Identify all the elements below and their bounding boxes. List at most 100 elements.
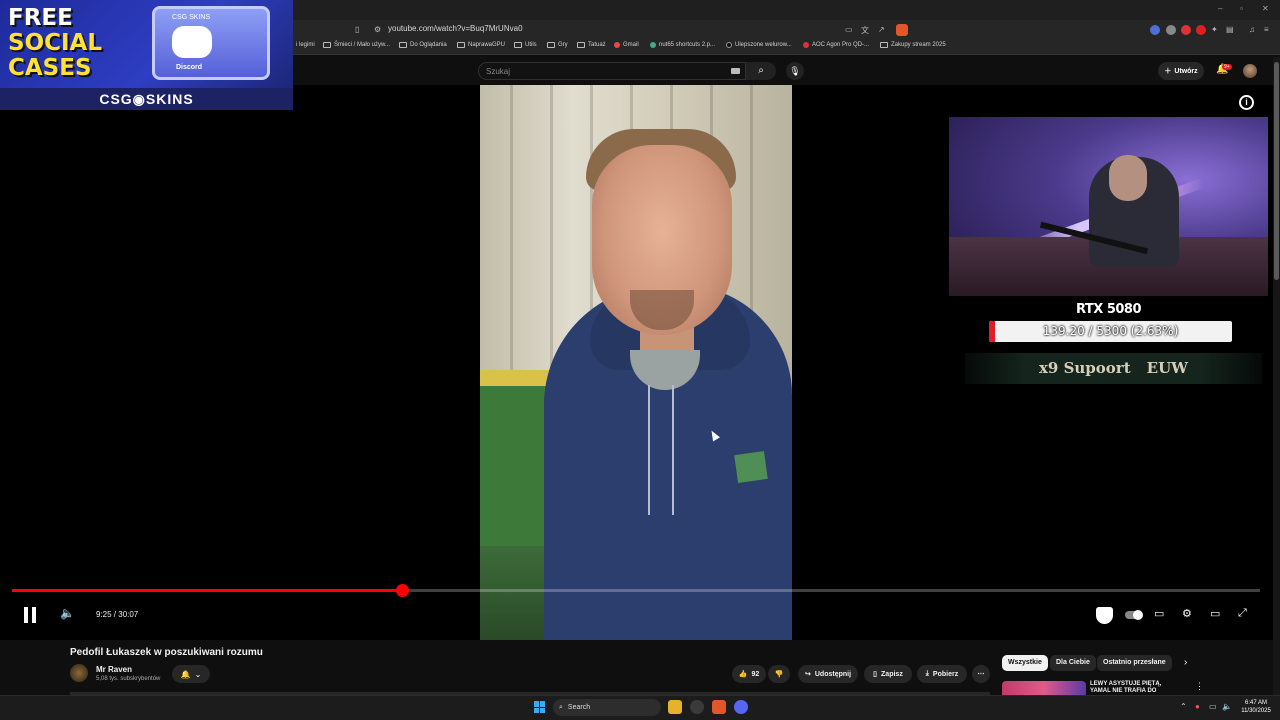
windows-start-icon[interactable] (534, 701, 546, 713)
network-icon[interactable]: ▭ (1209, 702, 1217, 711)
scrollbar-thumb[interactable] (1274, 62, 1279, 280)
bookmark-star-icon[interactable]: ▯ (355, 25, 359, 34)
gmail-icon (614, 42, 620, 48)
thumbs-up-icon: 👍 (738, 671, 748, 678)
extensions-puzzle-icon[interactable]: ✦ (1211, 25, 1218, 34)
subscription-bell-button[interactable]: 🔔 ⌄ (172, 665, 210, 683)
fullscreen-icon[interactable]: ⤢ (1238, 607, 1247, 620)
file-explorer-icon[interactable] (668, 700, 682, 714)
autoplay-toggle-knob (1133, 610, 1143, 620)
info-icon[interactable]: i (1239, 95, 1254, 110)
subtitles-icon[interactable]: ▭ (1154, 607, 1164, 620)
save-button[interactable]: ▯ Zapisz (864, 665, 912, 683)
site-info-icon[interactable]: ⚙ (374, 25, 381, 34)
voice-search-button[interactable]: 🎙 (786, 62, 804, 80)
sidebar-icon[interactable]: ▤ (1226, 25, 1234, 34)
channel-avatar[interactable] (70, 664, 88, 682)
mic-tray-icon[interactable]: ● (1195, 702, 1200, 711)
more-actions-button[interactable]: ⋯ (972, 665, 990, 683)
case-label: Discord (176, 64, 203, 71)
bookmark-item[interactable]: nut65 shortcuts 2.p... (650, 42, 715, 48)
search-button[interactable]: ⌕ (746, 62, 776, 80)
bookmark-folder[interactable]: Do Oglądania (399, 42, 447, 48)
sponsorblock-shield-icon[interactable] (1096, 607, 1113, 624)
maximize-icon[interactable]: ▫ (1240, 4, 1243, 13)
bell-icon: 🔔 (180, 669, 191, 679)
folder-icon (399, 42, 407, 48)
bookmark-item[interactable]: Ulepszone welurow... (726, 42, 792, 48)
extension-icon[interactable] (1166, 25, 1176, 35)
tray-chevron-icon[interactable]: ⌃ (1180, 702, 1187, 711)
url-field[interactable]: youtube.com/watch?v=Buq7MrUNva0 (388, 24, 523, 33)
folder-icon (514, 42, 522, 48)
extension-icon[interactable] (1196, 25, 1206, 35)
bookmark-folder[interactable]: NaprawaGPU (457, 42, 505, 48)
recommendation-thumbnail[interactable] (1002, 681, 1086, 695)
discord-logo-icon (172, 26, 212, 58)
case-brand-label: CSG SKINS (172, 14, 211, 21)
seek-progress (12, 589, 402, 592)
mic-icon: 🎙 (789, 66, 801, 76)
seek-handle[interactable] (396, 584, 409, 597)
extension-icon[interactable] (1150, 25, 1160, 35)
recommendation-title[interactable]: LEWY ASYSTUJE PIĘTĄ, YAMAL NIE TRAFIA DO (1090, 681, 1170, 695)
folder-icon (547, 42, 555, 48)
browser-menu-icon[interactable]: ≡ (1264, 25, 1269, 34)
search-icon: ⌕ (758, 65, 764, 76)
webcam-feed (949, 117, 1268, 296)
ad-headline: FREE SOCIAL CASES (8, 5, 103, 81)
bookmark-folder[interactable]: Gry (547, 42, 568, 48)
recommendation-menu-icon[interactable]: ⋮ (1195, 681, 1204, 692)
bookmark-gmail[interactable]: Gmail (614, 42, 639, 48)
like-button[interactable]: 👍 92 (732, 665, 766, 683)
pause-button[interactable] (22, 607, 38, 623)
share-icon[interactable]: ↗ (878, 25, 885, 34)
bookmark-icon: ▯ (873, 671, 878, 678)
chip-all[interactable]: Wszystkie (1002, 655, 1048, 671)
keyboard-icon[interactable] (731, 68, 740, 74)
brave-shield-icon[interactable] (896, 24, 908, 36)
download-button[interactable]: ⤓ Pobierz (917, 665, 967, 683)
search-input[interactable] (478, 62, 746, 80)
volume-icon[interactable]: 🔈 (60, 606, 75, 620)
notification-badge: 9+ (1222, 64, 1232, 70)
folder-icon (323, 42, 331, 48)
discord-icon[interactable] (734, 700, 748, 714)
channel-name[interactable]: Mr Raven (96, 665, 132, 674)
taskbar-search[interactable]: ⌕ Search (553, 699, 661, 716)
chip-recent[interactable]: Ostatnio przesłane (1097, 655, 1172, 671)
folder-icon (577, 42, 585, 48)
brave-browser-icon[interactable] (712, 700, 726, 714)
bookmark-folder[interactable]: Śmieci / Mało używ... (323, 42, 390, 48)
translate-icon[interactable]: 文 (861, 25, 869, 36)
create-button[interactable]: ＋ Utwórz (1158, 62, 1204, 80)
bookmark-item[interactable]: i legimi (296, 42, 315, 48)
taskbar-clock[interactable]: 6:47 AM 11/30/2025 (1236, 699, 1276, 715)
chevron-down-icon: ⌄ (194, 669, 202, 679)
app-icon[interactable] (690, 700, 704, 714)
dislike-button[interactable]: 👎 (768, 665, 790, 683)
chevron-right-icon[interactable]: › (1184, 657, 1187, 668)
cast-icon[interactable]: ▭ (845, 25, 853, 34)
close-icon[interactable]: ✕ (1262, 4, 1269, 13)
ad-brand: CSG◉SKINS (0, 88, 293, 110)
extension-icon[interactable] (1181, 25, 1191, 35)
volume-tray-icon[interactable]: 🔈 (1222, 702, 1232, 711)
media-icon[interactable]: ♫ (1249, 25, 1255, 34)
bookmark-folder[interactable]: Zakupy stream 2025 (880, 42, 946, 48)
chip-for-you[interactable]: Dla Ciebie (1050, 655, 1096, 671)
download-icon: ⤓ (925, 670, 929, 677)
minimize-icon[interactable]: – (1218, 4, 1222, 13)
user-avatar[interactable] (1243, 64, 1257, 78)
share-button[interactable]: ↪ Udostępnij (798, 665, 858, 683)
bookmark-folder[interactable]: Tatuaż (577, 42, 606, 48)
thumbs-down-icon: 👎 (774, 671, 784, 678)
search-icon: ⌕ (559, 703, 563, 711)
bookmark-folder[interactable]: Utils (514, 42, 537, 48)
seek-bar[interactable] (12, 589, 1260, 592)
settings-icon[interactable]: ⚙ (1182, 607, 1192, 620)
bookmark-item[interactable]: AOC Agon Pro QD-... (803, 42, 869, 48)
share-icon: ↪ (804, 671, 811, 678)
plus-icon: ＋ (1164, 68, 1172, 75)
theater-mode-icon[interactable]: ▭ (1210, 607, 1220, 620)
